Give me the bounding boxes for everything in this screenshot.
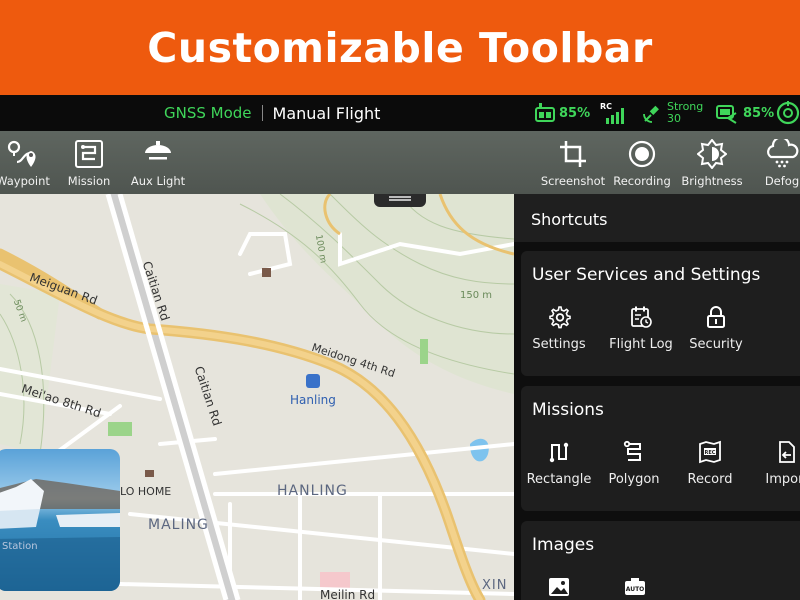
map-place-label: XIN bbox=[482, 578, 508, 593]
rc-battery-status: 85% bbox=[534, 95, 590, 131]
auto-label: AUTO bbox=[626, 586, 645, 593]
aircraft-battery-value: 85% bbox=[743, 105, 775, 121]
gps-status: Strong 30 bbox=[642, 95, 703, 131]
toolbar-mission[interactable]: Mission bbox=[64, 131, 114, 194]
gps-satellite-count: 30 bbox=[667, 112, 681, 125]
import-icon bbox=[779, 441, 795, 463]
brightness-icon bbox=[697, 139, 727, 169]
rc-battery-icon bbox=[535, 103, 555, 122]
map-contour-label: 150 m bbox=[460, 290, 493, 301]
map-place-label: HANLING bbox=[277, 483, 348, 499]
shortcut-label: Settings bbox=[532, 337, 586, 352]
shortcuts-title: Shortcuts bbox=[531, 210, 608, 229]
rc-battery-value: 85% bbox=[559, 105, 591, 121]
toolbar-waypoint[interactable]: Waypoint bbox=[0, 131, 50, 194]
section-user-services: User Services and Settings Settings Flig… bbox=[521, 251, 800, 376]
toolbar-brightness[interactable]: Brightness bbox=[681, 131, 743, 194]
shortcut-label: Polygon bbox=[608, 472, 660, 487]
map-place-label: Hanling bbox=[290, 393, 336, 407]
image-icon bbox=[549, 578, 569, 596]
toolbar-recording[interactable]: Recording bbox=[612, 131, 672, 194]
flight-log-icon bbox=[631, 306, 652, 328]
shortcut-flight-log[interactable]: Flight Log bbox=[603, 305, 679, 352]
status-bar: GNSS Mode Manual Flight 85% RC Strong 30… bbox=[0, 95, 800, 131]
satellite-icon bbox=[643, 105, 659, 123]
toolbar-label: Aux Light bbox=[130, 174, 186, 188]
shortcuts-panel: Shortcuts User Services and Settings Set… bbox=[514, 194, 800, 600]
shortcuts-header: Shortcuts bbox=[514, 194, 800, 242]
defog-icon bbox=[767, 139, 799, 168]
polygon-mission-icon bbox=[623, 440, 641, 461]
toolbar-label: Brightness bbox=[681, 174, 743, 188]
toolbar-aux-light[interactable]: Aux Light bbox=[130, 131, 186, 194]
record-icon: REC bbox=[699, 440, 721, 464]
shortcut-label: Flight Log bbox=[609, 337, 673, 352]
camera-thumbnail[interactable]: Station bbox=[0, 449, 120, 591]
banner: Customizable Toolbar bbox=[0, 0, 800, 95]
waypoint-icon bbox=[7, 140, 36, 167]
shortcut-auto[interactable]: AUTO bbox=[619, 575, 651, 599]
shortcut-label: Security bbox=[689, 337, 743, 352]
shortcut-image[interactable] bbox=[543, 575, 575, 599]
shortcut-label: Import bbox=[765, 472, 800, 487]
toolbar-label: Screenshot bbox=[540, 174, 606, 188]
toolbar-label: Recording bbox=[613, 174, 671, 188]
section-title: Missions bbox=[532, 400, 604, 420]
obstacle-sensing-status[interactable] bbox=[775, 95, 800, 131]
recording-icon bbox=[628, 140, 656, 168]
toolbar-screenshot[interactable]: Screenshot bbox=[540, 131, 606, 194]
rc-label: RC bbox=[600, 102, 612, 111]
shortcut-rectangle[interactable]: Rectangle bbox=[526, 440, 592, 487]
section-title: User Services and Settings bbox=[532, 265, 761, 285]
section-images: Images AUTO bbox=[521, 521, 800, 600]
shortcut-label: Rectangle bbox=[526, 472, 592, 487]
map-place-label: MALING bbox=[148, 517, 209, 533]
customizable-toolbar: Waypoint Mission Aux Light Screenshot Re… bbox=[0, 131, 800, 194]
svg-text:REC: REC bbox=[705, 450, 716, 456]
auto-mode-icon: AUTO bbox=[625, 578, 645, 595]
rectangle-mission-icon bbox=[549, 442, 569, 463]
panel-drag-handle[interactable] bbox=[374, 194, 426, 207]
toolbar-defog[interactable]: Defog bbox=[760, 131, 800, 194]
rc-signal-status: RC bbox=[600, 95, 630, 131]
aircraft-battery-status: 85% bbox=[714, 95, 774, 131]
shortcut-record[interactable]: REC Record bbox=[684, 440, 736, 487]
obstacle-sensing-icon[interactable] bbox=[775, 100, 800, 126]
toolbar-label: Defog bbox=[764, 174, 800, 188]
gear-icon bbox=[549, 306, 571, 329]
aircraft-battery-icon bbox=[716, 105, 737, 124]
flight-mode-label[interactable]: Manual Flight bbox=[273, 104, 381, 123]
shortcut-import[interactable]: Import bbox=[761, 440, 800, 487]
section-title: Images bbox=[532, 535, 595, 555]
section-missions: Missions Rectangle Polygon REC Record Im… bbox=[521, 386, 800, 511]
divider bbox=[261, 105, 263, 121]
shortcut-security[interactable]: Security bbox=[684, 305, 748, 352]
screenshot-icon bbox=[560, 141, 586, 167]
mission-icon bbox=[75, 140, 103, 168]
toolbar-label: Waypoint bbox=[0, 174, 50, 188]
rc-signal-icon: RC bbox=[600, 102, 624, 124]
thumbnail-caption: Station bbox=[2, 541, 38, 552]
shortcut-polygon[interactable]: Polygon bbox=[607, 440, 661, 487]
shortcut-settings[interactable]: Settings bbox=[532, 305, 586, 352]
map-place-label: LO HOME bbox=[120, 485, 172, 498]
gnss-mode-label[interactable]: GNSS Mode bbox=[164, 104, 252, 122]
aux-light-icon bbox=[145, 141, 171, 160]
shortcut-label: Record bbox=[687, 472, 733, 487]
banner-title: Customizable Toolbar bbox=[147, 23, 653, 72]
camera-preview-image: Station bbox=[0, 479, 120, 591]
flight-mode-group[interactable]: GNSS Mode Manual Flight bbox=[164, 95, 380, 131]
toolbar-label: Mission bbox=[67, 174, 111, 188]
map-road-label: Meilin Rd bbox=[320, 588, 376, 600]
lock-icon bbox=[707, 306, 725, 328]
